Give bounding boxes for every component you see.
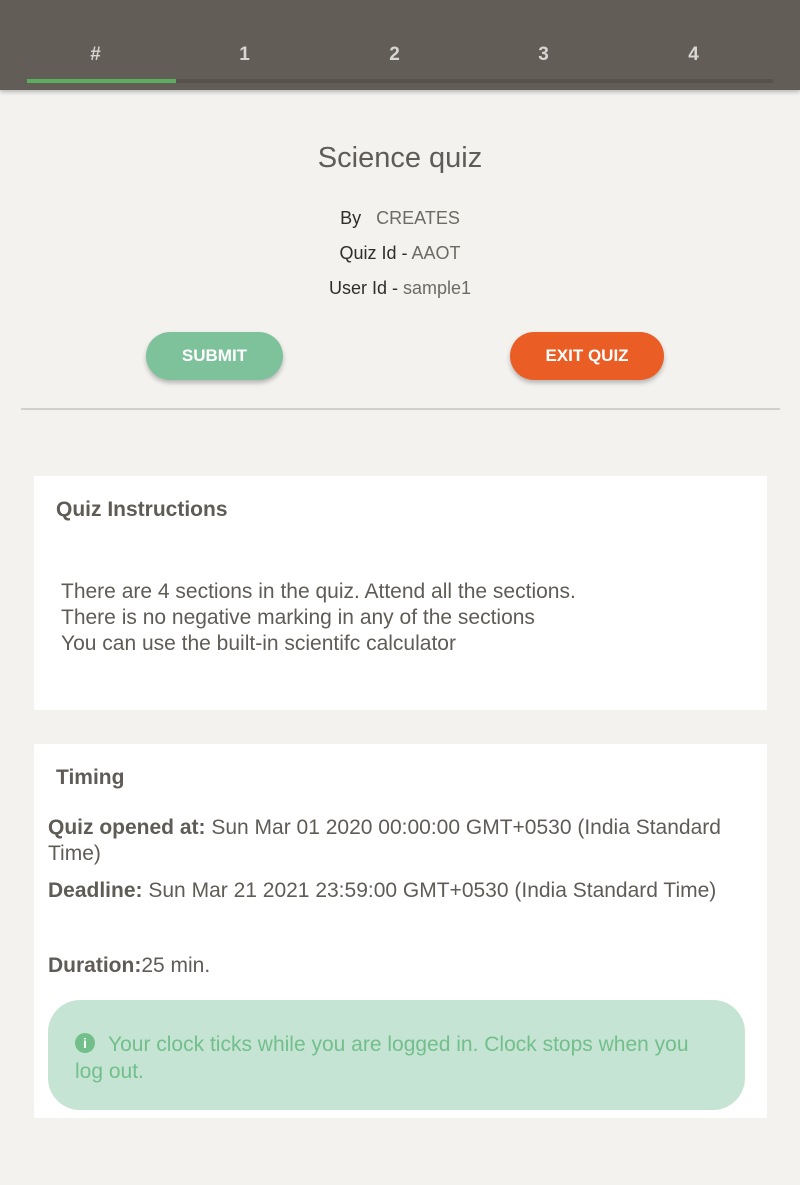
clock-notice-text: Your clock ticks while you are logged in…	[75, 1033, 689, 1083]
duration-label: Duration:	[48, 954, 142, 977]
header-divider	[21, 408, 780, 410]
tab-section-3[interactable]: 3	[469, 44, 618, 70]
quiz-opened-at: Quiz opened at: Sun Mar 01 2020 00:00:00…	[48, 815, 758, 867]
user-id: User Id - sample1	[0, 278, 800, 299]
tab-section-1[interactable]: 1	[170, 44, 319, 70]
tab-section-4[interactable]: 4	[619, 44, 768, 70]
instruction-line: You can use the built-in scientifc calcu…	[61, 632, 456, 655]
instructions-card: Quiz Instructions There are 4 sections i…	[34, 476, 767, 710]
clock-notice: i Your clock ticks while you are logged …	[48, 1000, 745, 1110]
quiz-id-value: AAOT	[411, 243, 461, 263]
duration-value: 25 min.	[141, 954, 211, 977]
opened-label: Quiz opened at:	[48, 816, 206, 839]
tab-section-2[interactable]: 2	[320, 44, 469, 70]
tab-overview[interactable]: #	[21, 44, 170, 70]
section-tab-bar: # 1 2 3 4	[0, 0, 800, 90]
quiz-id-label: Quiz Id -	[339, 243, 408, 263]
deadline-value: Sun Mar 21 2021 23:59:00 GMT+0530 (India…	[148, 879, 717, 902]
instruction-line: There is no negative marking in any of t…	[61, 606, 535, 629]
exit-quiz-button[interactable]: EXIT QUIZ	[510, 332, 664, 380]
timing-heading: Timing	[56, 766, 125, 789]
quiz-deadline: Deadline: Sun Mar 21 2021 23:59:00 GMT+0…	[48, 878, 758, 904]
quiz-author: By CREATES	[0, 208, 800, 229]
instruction-line: There are 4 sections in the quiz. Attend…	[61, 580, 576, 603]
deadline-label: Deadline:	[48, 879, 143, 902]
instructions-heading: Quiz Instructions	[56, 498, 228, 521]
quiz-duration: Duration:25 min.	[48, 953, 758, 979]
timing-card: Timing Quiz opened at: Sun Mar 01 2020 0…	[34, 744, 767, 1118]
author-label: By	[340, 208, 362, 228]
quiz-id: Quiz Id - AAOT	[0, 243, 800, 264]
submit-button[interactable]: SUBMIT	[146, 332, 283, 380]
user-id-value: sample1	[402, 278, 472, 298]
user-id-label: User Id -	[328, 278, 398, 298]
active-tab-indicator	[27, 79, 176, 83]
author-value: CREATES	[376, 208, 460, 228]
quiz-title: Science quiz	[317, 142, 483, 174]
